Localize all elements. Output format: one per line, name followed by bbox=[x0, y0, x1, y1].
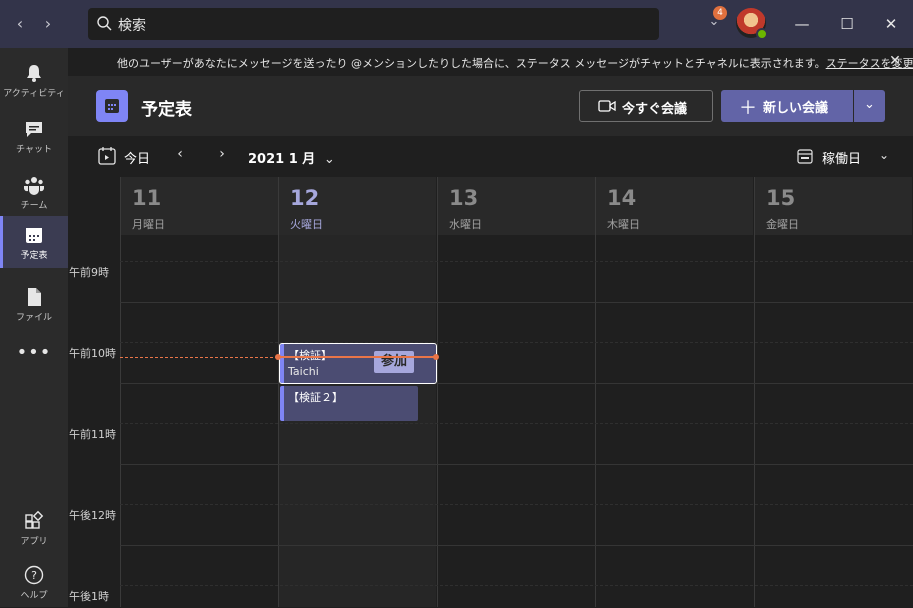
more-icon: ••• bbox=[16, 342, 52, 363]
day-header[interactable]: 15 金曜日 bbox=[754, 177, 912, 235]
rail-item-help[interactable]: ? ヘルプ bbox=[0, 556, 68, 608]
rail-item-calendar[interactable]: 予定表 bbox=[0, 216, 68, 268]
page-title: 予定表 bbox=[141, 100, 192, 120]
join-button[interactable]: 参加 bbox=[374, 351, 414, 373]
video-camera-icon bbox=[598, 100, 616, 112]
time-label: 午後1時 bbox=[69, 590, 109, 603]
close-window-button[interactable]: ✕ bbox=[881, 14, 901, 34]
calendar-header: 予定表 今すぐ会議 ＋ 新しい会議 ⌄ bbox=[68, 76, 913, 136]
plus-icon: ＋ bbox=[739, 98, 757, 119]
forward-arrow-icon[interactable]: › bbox=[38, 12, 58, 36]
current-time-indicator bbox=[278, 356, 436, 358]
hour-line bbox=[120, 545, 913, 546]
maximize-button[interactable]: ☐ bbox=[837, 14, 857, 34]
calendar-grid: 11 月曜日 12 火曜日 13 水曜日 14 木曜日 15 金曜日 午前9時 … bbox=[68, 177, 913, 607]
back-arrow-icon[interactable]: ‹ bbox=[10, 12, 30, 36]
rail-item-label: 予定表 bbox=[20, 251, 48, 261]
event-title: 【検証】 bbox=[288, 347, 332, 363]
notifications-button[interactable]: ⌄ 4 bbox=[703, 6, 727, 34]
svg-text:?: ? bbox=[31, 569, 37, 582]
day-column[interactable] bbox=[437, 235, 595, 607]
day-header-today[interactable]: 12 火曜日 bbox=[278, 177, 436, 235]
notification-badge: 4 bbox=[713, 6, 727, 20]
rail-item-label: チーム bbox=[20, 201, 48, 211]
new-meeting-button[interactable]: ＋ 新しい会議 bbox=[721, 90, 853, 122]
calendar-view-icon bbox=[797, 149, 813, 164]
hour-line bbox=[120, 464, 913, 465]
rail-item-teams[interactable]: チーム bbox=[0, 166, 68, 218]
close-icon[interactable]: ✕ bbox=[886, 52, 904, 70]
calendar-icon bbox=[26, 228, 42, 243]
time-gutter: 午前9時 午前10時 午前11時 午後12時 午後1時 bbox=[68, 177, 120, 607]
next-week-icon[interactable]: › bbox=[214, 146, 230, 166]
app-rail: アクティビティ チャット チーム 予定表 ファイル ••• アプリ ? ヘルプ bbox=[0, 48, 68, 607]
title-bar: ‹ › 検索 ⌄ 4 — ☐ ✕ bbox=[0, 0, 913, 48]
avatar[interactable] bbox=[736, 8, 768, 40]
time-label: 午後12時 bbox=[69, 509, 116, 522]
month-picker[interactable]: 2021 1 月 ⌄ bbox=[248, 148, 335, 167]
day-column[interactable] bbox=[754, 235, 912, 607]
chevron-down-icon: ⌄ bbox=[864, 97, 875, 112]
calendar-event[interactable]: 【検証】 Taichi 参加 bbox=[279, 343, 437, 384]
help-icon: ? bbox=[24, 565, 44, 585]
meet-now-button[interactable]: 今すぐ会議 bbox=[579, 90, 713, 122]
search-input[interactable]: 検索 bbox=[118, 15, 146, 35]
time-label: 午前11時 bbox=[69, 428, 116, 441]
previous-week-icon[interactable]: ‹ bbox=[172, 146, 188, 166]
current-time-dot bbox=[275, 354, 281, 360]
day-column[interactable] bbox=[120, 235, 278, 607]
half-hour-line bbox=[120, 585, 913, 586]
new-meeting-dropdown[interactable]: ⌄ bbox=[854, 90, 885, 122]
calendar-event[interactable]: 【検証２】 bbox=[280, 386, 418, 421]
hour-line bbox=[120, 383, 913, 384]
chevron-down-icon: ⌄ bbox=[323, 152, 335, 167]
half-hour-line bbox=[120, 504, 913, 505]
status-banner: 他のユーザーがあなたにメッセージを送ったり @メンションしたりした場合に、ステー… bbox=[68, 48, 913, 76]
time-label: 午前10時 bbox=[69, 347, 116, 360]
presence-available-icon bbox=[756, 28, 768, 40]
rail-item-label: ファイル bbox=[15, 313, 52, 323]
day-header[interactable]: 14 木曜日 bbox=[595, 177, 753, 235]
rail-item-label: アプリ bbox=[20, 537, 48, 547]
chevron-down-icon: ⌄ bbox=[879, 148, 890, 162]
calendar-app-icon bbox=[96, 90, 128, 122]
day-header[interactable]: 11 月曜日 bbox=[120, 177, 278, 235]
day-header[interactable]: 13 水曜日 bbox=[437, 177, 595, 235]
half-hour-line bbox=[120, 423, 913, 424]
hour-line bbox=[120, 302, 913, 303]
rail-item-label: ヘルプ bbox=[20, 591, 48, 601]
half-hour-line bbox=[120, 342, 913, 343]
event-title: 【検証２】 bbox=[288, 391, 343, 404]
calendar-today-icon bbox=[98, 147, 116, 165]
half-hour-line bbox=[120, 261, 913, 262]
bell-icon bbox=[27, 65, 41, 82]
rail-item-activity[interactable]: アクティビティ bbox=[0, 54, 68, 106]
teams-icon bbox=[23, 177, 45, 195]
time-label: 午前9時 bbox=[69, 266, 109, 279]
chat-icon bbox=[26, 122, 42, 137]
rail-item-files[interactable]: ファイル bbox=[0, 278, 68, 330]
calendar-toolbar: 今日 ‹ › 2021 1 月 ⌄ 稼働日 ⌄ bbox=[68, 136, 913, 177]
day-column-today[interactable] bbox=[278, 235, 436, 607]
search-box[interactable]: 検索 bbox=[88, 8, 659, 40]
file-icon bbox=[28, 288, 41, 306]
event-organizer: Taichi bbox=[288, 365, 319, 378]
rail-item-chat[interactable]: チャット bbox=[0, 110, 68, 162]
banner-message: 他のユーザーがあなたにメッセージを送ったり @メンションしたりした場合に、ステー… bbox=[117, 55, 913, 71]
rail-item-label: チャット bbox=[16, 145, 52, 155]
rail-item-label: アクティビティ bbox=[3, 89, 65, 99]
day-column[interactable] bbox=[595, 235, 753, 607]
minimize-button[interactable]: — bbox=[792, 14, 812, 34]
current-time-dot bbox=[433, 354, 439, 360]
rail-item-apps[interactable]: アプリ bbox=[0, 502, 68, 554]
more-apps-button[interactable]: ••• bbox=[0, 336, 68, 388]
current-time-indicator-dashed bbox=[120, 357, 278, 358]
search-icon bbox=[97, 16, 112, 31]
apps-icon bbox=[25, 510, 44, 529]
